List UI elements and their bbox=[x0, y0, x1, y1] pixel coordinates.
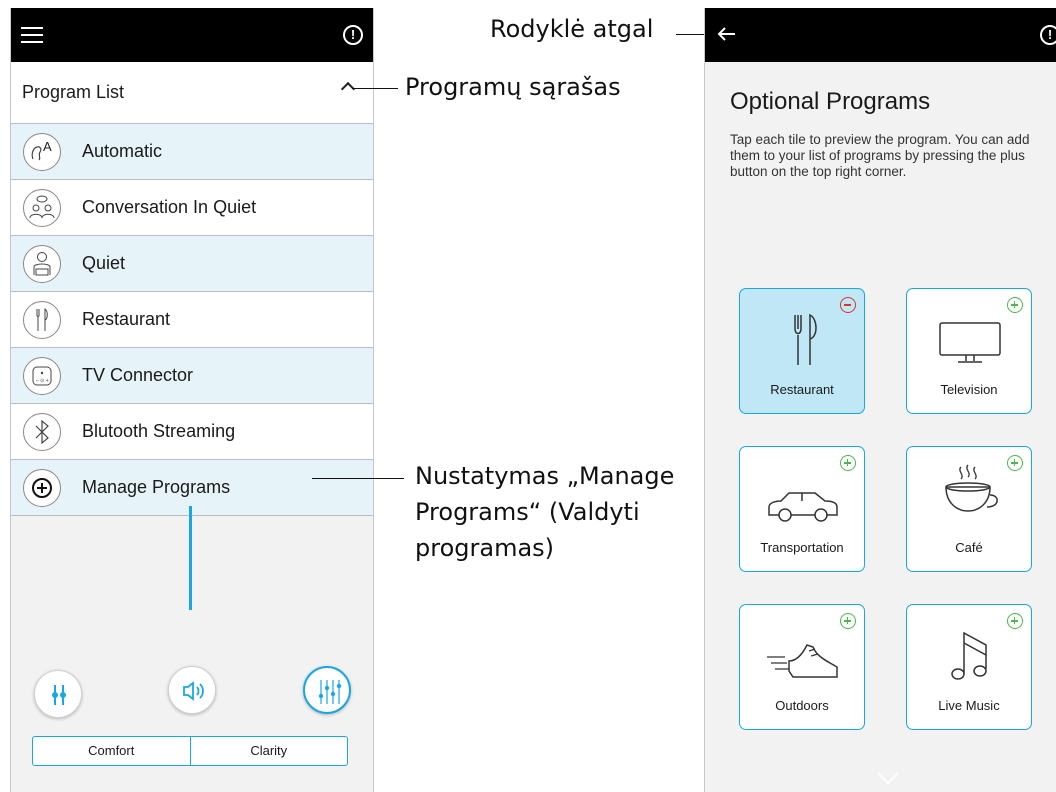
equalizer-button[interactable] bbox=[34, 670, 82, 718]
tile-label: Television bbox=[940, 382, 998, 397]
annotation-manage-line1: Nustatymas „Manage bbox=[415, 462, 675, 490]
tile-cafe[interactable]: Café bbox=[906, 446, 1032, 572]
volume-button[interactable] bbox=[168, 666, 216, 714]
plus-circle-icon bbox=[23, 469, 61, 507]
manage-programs-button[interactable]: Manage Programs bbox=[11, 460, 373, 516]
program-item-bluetooth-streaming[interactable]: Blutooth Streaming bbox=[11, 404, 373, 460]
tv-connector-icon: – ⊙ + bbox=[23, 357, 61, 395]
svg-text:– ⊙ +: – ⊙ + bbox=[36, 378, 49, 384]
program-list-header[interactable]: Program List bbox=[11, 62, 373, 124]
program-label: Automatic bbox=[82, 141, 163, 161]
program-item-restaurant[interactable]: Restaurant bbox=[11, 292, 373, 348]
program-label: Blutooth Streaming bbox=[82, 421, 236, 441]
bluetooth-icon bbox=[23, 413, 61, 451]
alert-icon[interactable]: ! bbox=[343, 25, 363, 45]
tile-label: Live Music bbox=[938, 698, 1000, 713]
program-label: Conversation In Quiet bbox=[82, 197, 257, 217]
coffee-cup-icon bbox=[945, 464, 998, 512]
car-icon bbox=[768, 492, 838, 522]
comfort-clarity-toggle[interactable]: Comfort Clarity bbox=[32, 736, 348, 766]
program-label: Quiet bbox=[82, 253, 126, 273]
automatic-icon: A bbox=[23, 133, 61, 171]
svg-text:A: A bbox=[43, 139, 52, 154]
back-arrow-icon[interactable] bbox=[715, 24, 739, 44]
tile-television[interactable]: Television bbox=[906, 288, 1032, 414]
annotation-program-list: Programų sąrašas bbox=[405, 73, 621, 101]
restaurant-icon bbox=[23, 301, 61, 339]
top-bar: ! bbox=[11, 8, 373, 62]
program-label: TV Connector bbox=[82, 365, 194, 385]
tile-label: Outdoors bbox=[775, 698, 829, 713]
program-list-title: Program List bbox=[22, 82, 125, 102]
program-label: Manage Programs bbox=[82, 477, 231, 497]
annotation-line-program-list bbox=[352, 88, 398, 89]
tile-label: Restaurant bbox=[770, 382, 834, 397]
menu-icon[interactable] bbox=[21, 27, 43, 43]
tile-outdoors[interactable]: Outdoors bbox=[739, 604, 865, 730]
program-item-quiet[interactable]: Quiet bbox=[11, 236, 373, 292]
page-title: Optional Programs bbox=[730, 88, 931, 115]
cutlery-icon bbox=[794, 313, 817, 365]
equalizer-icon bbox=[52, 685, 66, 705]
comfort-option[interactable]: Comfort bbox=[33, 737, 190, 765]
tile-label: Transportation bbox=[760, 540, 844, 555]
program-item-automatic[interactable]: A Automatic bbox=[11, 124, 373, 180]
sneaker-icon bbox=[767, 644, 838, 678]
volume-indicator-line bbox=[189, 506, 192, 610]
page-description: Tap each tile to preview the program. Yo… bbox=[730, 132, 1030, 179]
speaker-icon bbox=[183, 681, 204, 701]
program-label: Restaurant bbox=[82, 309, 171, 329]
optional-programs-screen: ! Optional Programs Tap each tile to pre… bbox=[704, 8, 1056, 792]
program-item-tv-connector[interactable]: – ⊙ + TV Connector bbox=[11, 348, 373, 404]
annotation-manage-line2: Programs“ (Valdyti bbox=[415, 498, 640, 526]
music-note-icon bbox=[951, 631, 987, 680]
clarity-option[interactable]: Clarity bbox=[189, 737, 348, 765]
tile-live-music[interactable]: Live Music bbox=[906, 604, 1032, 730]
program-item-conversation-in-quiet[interactable]: Conversation In Quiet bbox=[11, 180, 373, 236]
sliders-icon bbox=[318, 680, 342, 704]
tile-label: Café bbox=[955, 540, 983, 555]
tile-restaurant[interactable]: Restaurant bbox=[739, 288, 865, 414]
annotation-back-arrow: Rodyklė atgal bbox=[490, 15, 654, 43]
television-icon bbox=[939, 322, 1001, 363]
annotation-line-manage bbox=[312, 478, 404, 479]
chevron-up-icon[interactable] bbox=[340, 81, 356, 97]
conversation-icon bbox=[23, 189, 61, 227]
program-list-screen: ! Program List A Automatic Conversation … bbox=[10, 8, 374, 792]
chevron-down-icon[interactable] bbox=[875, 770, 901, 786]
alert-icon[interactable]: ! bbox=[1040, 25, 1056, 45]
quiet-icon bbox=[23, 245, 61, 283]
annotation-manage-line3: programas) bbox=[415, 534, 555, 562]
tile-transportation[interactable]: Transportation bbox=[739, 446, 865, 572]
sound-settings-button[interactable] bbox=[303, 666, 351, 714]
top-bar: ! bbox=[705, 8, 1056, 62]
